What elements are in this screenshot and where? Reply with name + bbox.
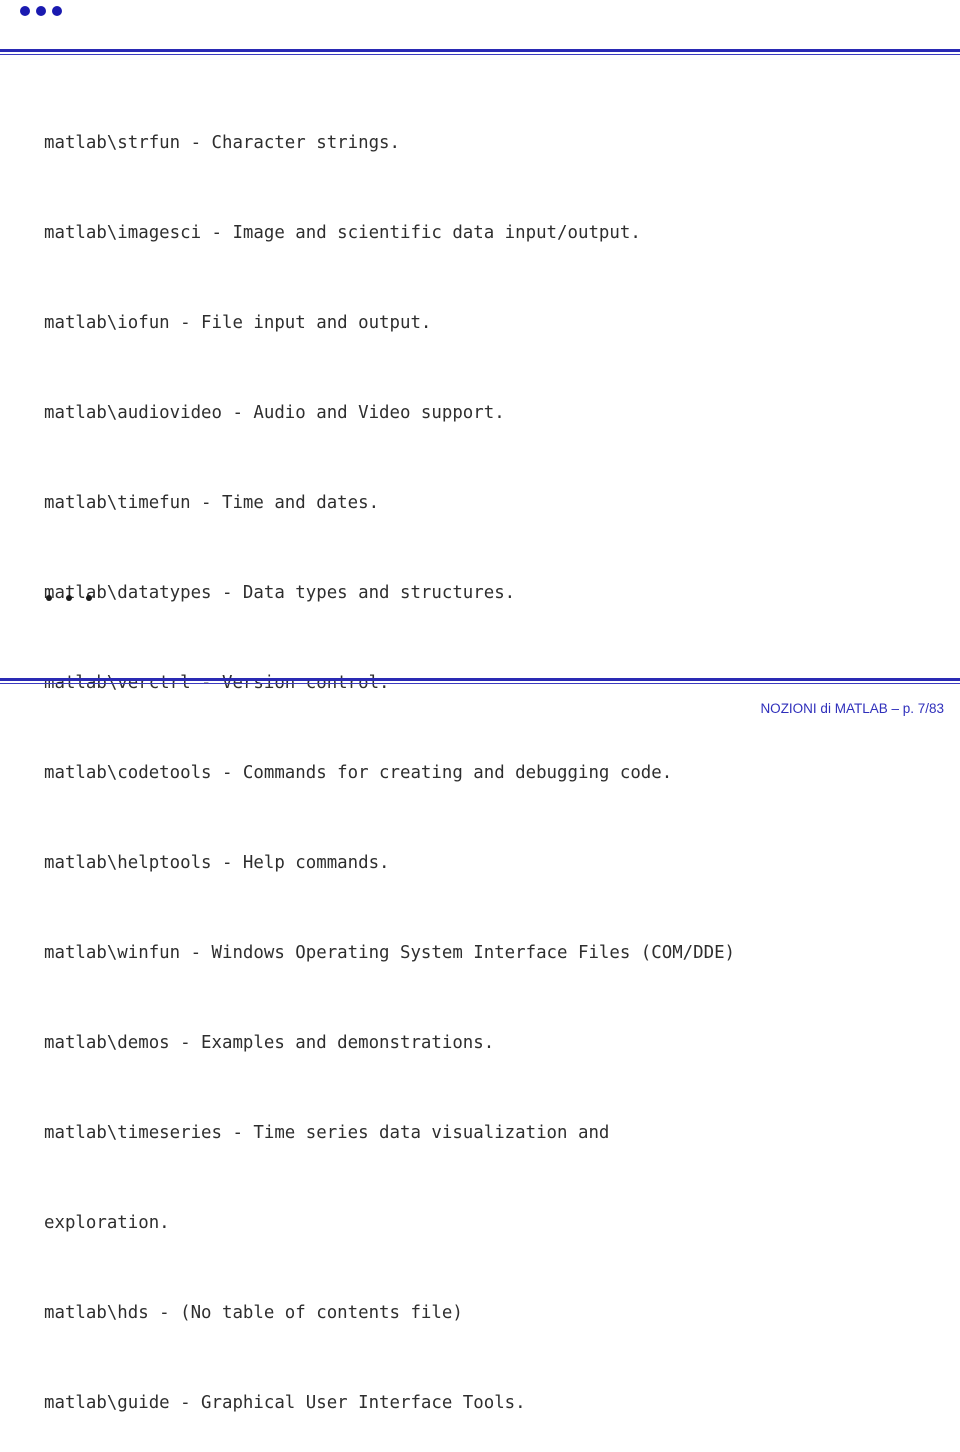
text-line: matlab\datatypes - Data types and struct… <box>44 583 516 603</box>
text-line: matlab\iofun - File input and output. <box>44 313 432 333</box>
header-divider-thin <box>0 54 960 55</box>
nav-dot-icon-1[interactable] <box>20 6 30 16</box>
nav-dot-icon-2[interactable] <box>36 6 46 16</box>
footer-divider-thin <box>0 683 960 684</box>
text-line: matlab\strfun - Character strings. <box>44 133 400 153</box>
header-divider <box>0 49 960 56</box>
text-line-continuation: exploration. <box>44 1213 170 1233</box>
text-line: matlab\winfun - Windows Operating System… <box>44 943 736 963</box>
text-line: matlab\helptools - Help commands. <box>44 853 390 873</box>
footer-divider-thick <box>0 678 960 681</box>
header-divider-thick <box>0 49 960 52</box>
text-line: matlab\hds - (No table of contents file) <box>44 1303 463 1323</box>
text-line: matlab\timefun - Time and dates. <box>44 493 380 513</box>
text-line: matlab\guide - Graphical User Interface … <box>44 1393 526 1413</box>
slide-body: matlab\strfun - Character strings. matla… <box>44 68 934 1452</box>
ellipsis-dot-icon-2 <box>66 595 72 601</box>
footer-page-label: NOZIONI di MATLAB – p. 7/83 <box>760 701 944 716</box>
text-line: matlab\imagesci - Image and scientific d… <box>44 223 641 243</box>
slide-navigation-dots[interactable] <box>20 4 62 18</box>
text-line: matlab\codetools - Commands for creating… <box>44 763 673 783</box>
nav-dot-icon-3[interactable] <box>52 6 62 16</box>
footer-divider <box>0 678 960 685</box>
ellipsis-dot-icon-1 <box>46 595 52 601</box>
text-line: matlab\demos - Examples and demonstratio… <box>44 1033 495 1053</box>
text-line: matlab\timeseries - Time series data vis… <box>44 1123 610 1143</box>
text-line: matlab\audiovideo - Audio and Video supp… <box>44 403 505 423</box>
continuation-ellipsis <box>46 592 92 604</box>
ellipsis-dot-icon-3 <box>86 595 92 601</box>
